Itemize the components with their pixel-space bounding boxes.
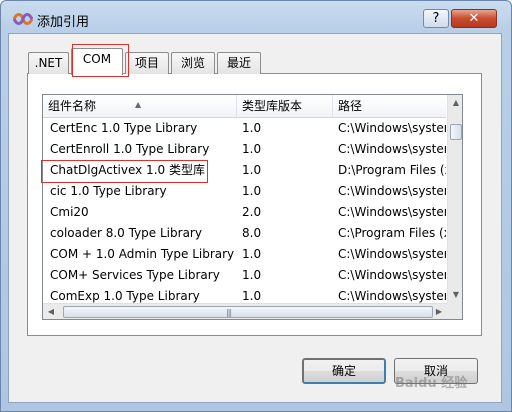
close-button[interactable]: ✕ xyxy=(451,9,497,28)
watermark-logo: Baidu 经验 xyxy=(395,376,468,391)
column-header-version[interactable]: 类型库版本 xyxy=(237,95,333,117)
component-name: coloader 8.0 Type Library xyxy=(50,226,202,240)
column-header-name[interactable]: 组件名称 ▲ xyxy=(43,95,237,117)
component-path: C:\Windows\systen xyxy=(338,121,446,135)
horizontal-scrollbar[interactable]: ◀ ||| ▶ xyxy=(43,303,447,319)
component-version: 1.0 xyxy=(242,163,262,177)
component-name: CertEnroll 1.0 Type Library xyxy=(50,142,210,156)
list-header: 组件名称 ▲ 类型库版本 路径 xyxy=(43,95,446,118)
scroll-up-icon[interactable]: ▲ xyxy=(448,95,462,111)
tab-browse[interactable]: 浏览 xyxy=(171,52,215,74)
list-row[interactable]: cic 1.0 Type Library 1.0 C:\Windows\syst… xyxy=(43,181,446,202)
component-path: C:\Windows\systen xyxy=(338,268,446,282)
component-path: C:\Windows\systen xyxy=(338,205,446,219)
component-name: Cmi20 xyxy=(50,205,89,219)
component-path: C:\Windows\systen xyxy=(338,184,446,198)
component-name: COM + 1.0 Admin Type Library xyxy=(50,247,235,261)
component-name: CertEnc 1.0 Type Library xyxy=(50,121,198,135)
vertical-scrollbar[interactable]: ▲ ▼ xyxy=(447,95,462,303)
component-path: D:\Program Files (x xyxy=(338,163,446,177)
list-row[interactable]: coloader 8.0 Type Library 8.0 C:\Program… xyxy=(43,223,446,244)
list-row[interactable]: Cmi20 2.0 C:\Windows\systen xyxy=(43,202,446,223)
component-version: 1.0 xyxy=(242,247,262,261)
com-tab-annotation-box xyxy=(72,44,129,77)
column-header-path[interactable]: 路径 xyxy=(333,95,446,117)
sort-ascending-icon: ▲ xyxy=(135,100,142,109)
list-row[interactable]: COM+ Services Type Library 1.0 C:\Window… xyxy=(43,265,446,286)
scroll-down-icon[interactable]: ▼ xyxy=(448,287,462,303)
window-title: 添加引用 xyxy=(37,15,90,30)
component-version: 2.0 xyxy=(242,205,262,219)
list-row[interactable]: CertEnc 1.0 Type Library 1.0 C:\Windows\… xyxy=(43,118,446,139)
component-version: 1.0 xyxy=(242,121,262,135)
component-path: C:\Windows\systen xyxy=(338,142,446,156)
component-name: cic 1.0 Type Library xyxy=(50,184,167,198)
component-version: 1.0 xyxy=(242,268,262,282)
horizontal-scroll-thumb[interactable]: ||| xyxy=(63,306,433,318)
component-path: C:\Windows\systen xyxy=(338,247,446,261)
component-version: 1.0 xyxy=(242,142,262,156)
tab-dotnet[interactable]: .NET xyxy=(28,52,69,74)
list-row[interactable]: CertEnroll 1.0 Type Library 1.0 C:\Windo… xyxy=(43,139,446,160)
grip-icon: ||| xyxy=(226,308,232,317)
component-name: COM+ Services Type Library xyxy=(50,268,220,282)
help-button[interactable]: ? xyxy=(423,9,449,28)
list-row[interactable]: COM + 1.0 Admin Type Library 1.0 C:\Wind… xyxy=(43,244,446,265)
vertical-scroll-thumb[interactable] xyxy=(450,124,462,140)
ok-button[interactable]: 确定 xyxy=(302,358,386,384)
scroll-left-icon[interactable]: ◀ xyxy=(43,304,59,319)
component-list[interactable]: 组件名称 ▲ 类型库版本 路径 CertEnc 1.0 Type Library… xyxy=(42,94,463,320)
component-version: 1.0 xyxy=(242,184,262,198)
chatdlg-row-annotation-box xyxy=(41,160,208,183)
scroll-right-icon[interactable]: ▶ xyxy=(431,304,447,319)
component-version: 8.0 xyxy=(242,226,262,240)
title-bar[interactable]: 添加引用 ? ✕ xyxy=(1,1,511,35)
tab-project[interactable]: 项目 xyxy=(125,52,169,74)
visual-studio-icon xyxy=(13,13,33,25)
tab-recent[interactable]: 最近 xyxy=(217,52,261,74)
component-path: C:\Program Files (x xyxy=(338,226,446,240)
scrollbar-corner xyxy=(447,303,462,319)
